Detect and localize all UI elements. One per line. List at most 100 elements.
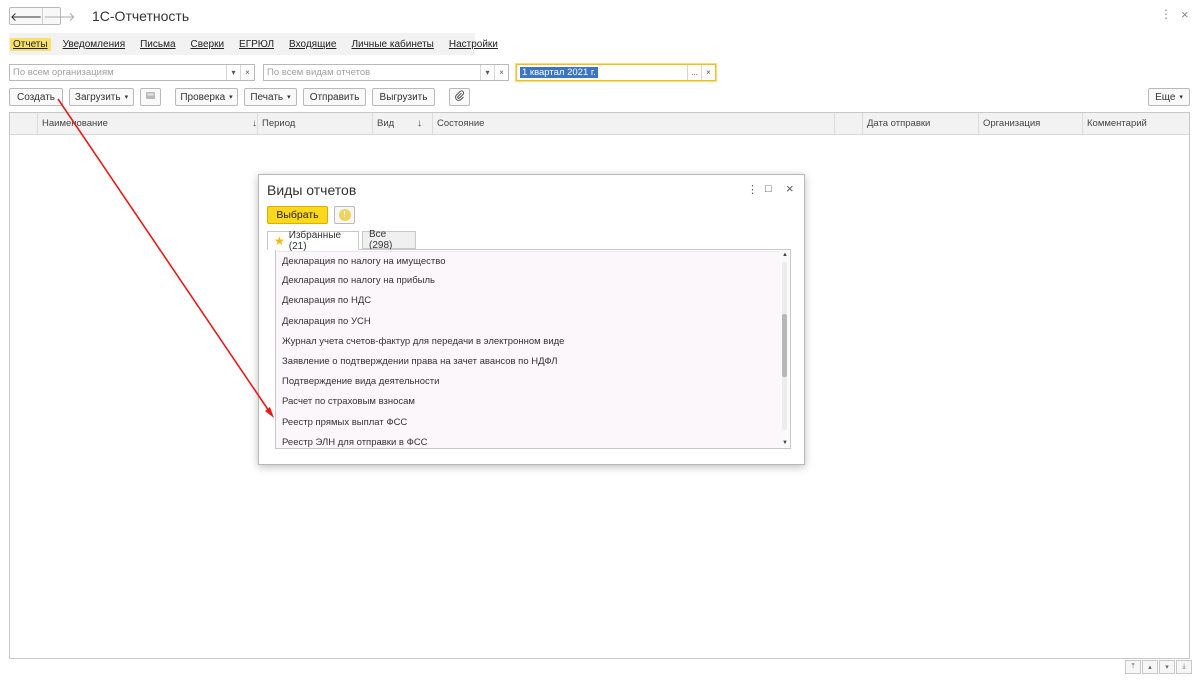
period-value: 1 квартал 2021 г. bbox=[520, 67, 598, 78]
paperclip-icon bbox=[454, 90, 465, 104]
column-comment[interactable]: Комментарий bbox=[1082, 113, 1189, 134]
maximize-icon[interactable]: □ bbox=[765, 183, 772, 195]
check-button-label: Проверка bbox=[180, 91, 226, 103]
chevron-down-icon: ▾ bbox=[124, 94, 129, 101]
tab-favorites-label: Избранные (21) bbox=[288, 229, 342, 252]
upload-button[interactable]: Выгрузить bbox=[372, 88, 435, 106]
select-button[interactable]: Выбрать bbox=[267, 206, 328, 224]
section-tabs: Отчеты Уведомления Письма Сверки ЕГРЮЛ В… bbox=[9, 33, 498, 55]
print-button[interactable]: Печать ▾ bbox=[244, 88, 297, 106]
column-type[interactable]: Вид ↓ bbox=[372, 113, 428, 134]
upload-button-label: Выгрузить bbox=[379, 91, 428, 103]
scanner-icon bbox=[145, 90, 156, 104]
select-button-label: Выбрать bbox=[276, 209, 319, 221]
back-button[interactable]: 🡐 bbox=[10, 8, 42, 24]
chevron-down-icon: ▾ bbox=[1179, 94, 1183, 101]
more-button-label: Еще bbox=[1155, 91, 1176, 103]
list-item[interactable]: Журнал учета счетов-фактур для передачи … bbox=[276, 331, 790, 352]
tab-favorites[interactable]: ★ Избранные (21) bbox=[267, 229, 359, 252]
history-nav: 🡐 🡒 bbox=[9, 7, 75, 25]
chevron-down-icon: ▾ bbox=[287, 94, 291, 101]
column-sent-date[interactable]: Дата отправки bbox=[862, 113, 978, 134]
more-menu-icon[interactable]: ⋮ bbox=[1160, 8, 1172, 20]
info-icon: ! bbox=[338, 209, 351, 221]
column-type-label: Вид bbox=[377, 118, 395, 129]
scroll-down-icon[interactable]: ▾ bbox=[1159, 660, 1175, 674]
scanner-button[interactable] bbox=[140, 88, 161, 106]
send-button-label: Отправить bbox=[309, 91, 360, 103]
create-button[interactable]: Создать bbox=[9, 88, 63, 106]
scroll-up-icon[interactable]: ▲ bbox=[780, 252, 790, 258]
scroll-up-icon[interactable]: ▴ bbox=[1142, 660, 1158, 674]
more-button[interactable]: Еще ▾ bbox=[1148, 88, 1190, 106]
list-item[interactable]: Декларация по налогу на имущество bbox=[276, 251, 790, 272]
tab-all[interactable]: Все (298) bbox=[362, 229, 416, 251]
close-icon[interactable]: × bbox=[1181, 7, 1189, 22]
column-organization-label: Организация bbox=[983, 118, 1041, 129]
chevron-down-icon[interactable]: ▾ bbox=[226, 65, 240, 80]
column-period[interactable]: Период bbox=[257, 113, 372, 134]
column-blank bbox=[834, 113, 862, 134]
column-state[interactable]: Состояние bbox=[432, 113, 834, 134]
attach-button[interactable] bbox=[449, 88, 470, 106]
load-button-label: Загрузить bbox=[74, 91, 121, 103]
column-name[interactable]: Наименование ↓ bbox=[37, 113, 263, 134]
list-scrollbar[interactable]: ▲ ▼ bbox=[780, 250, 790, 448]
star-icon: ★ bbox=[274, 233, 285, 248]
select-period-icon[interactable]: ... bbox=[687, 65, 701, 80]
tab-egrul[interactable]: ЕГРЮЛ bbox=[239, 39, 274, 50]
tab-settings[interactable]: Настройки bbox=[449, 39, 498, 50]
clear-icon[interactable]: × bbox=[240, 65, 254, 80]
dialog-more-icon[interactable]: ⋮ bbox=[747, 183, 758, 196]
send-button[interactable]: Отправить bbox=[303, 88, 366, 106]
tab-reports[interactable]: Отчеты bbox=[10, 37, 51, 51]
scroll-bottom-icon[interactable]: ⤓ bbox=[1176, 660, 1192, 674]
dialog-close-icon[interactable]: × bbox=[786, 181, 794, 196]
table-header: Наименование ↓ Период Вид ↓ Состояние Да… bbox=[10, 113, 1189, 135]
tab-reconciliations[interactable]: Сверки bbox=[191, 39, 225, 50]
report-types-dialog: Виды отчетов ⋮ □ × Выбрать ! ★ Избранные… bbox=[258, 174, 805, 465]
tab-letters[interactable]: Письма bbox=[140, 39, 175, 50]
list-item[interactable]: Декларация по НДС bbox=[276, 291, 790, 312]
table-scroll-controls: ⤒ ▴ ▾ ⤓ bbox=[1124, 660, 1192, 674]
organization-filter-text[interactable]: По всем организациям bbox=[10, 65, 226, 80]
list-item[interactable]: Реестр ЭЛН для отправки в ФСС bbox=[276, 432, 790, 448]
chevron-down-icon: ▾ bbox=[229, 94, 233, 101]
report-type-filter[interactable]: По всем видам отчетов ▾ × bbox=[263, 64, 509, 81]
report-types-list[interactable]: Декларация по налогу на имущество Деклар… bbox=[275, 249, 791, 449]
tab-notifications[interactable]: Уведомления bbox=[63, 39, 126, 50]
print-button-label: Печать bbox=[250, 91, 284, 103]
chevron-down-icon[interactable]: ▾ bbox=[480, 65, 494, 80]
forward-button[interactable]: 🡒 bbox=[42, 8, 75, 24]
app-title: 1С-Отчетность bbox=[92, 8, 190, 24]
clear-icon[interactable]: × bbox=[494, 65, 508, 80]
load-button[interactable]: Загрузить ▾ bbox=[69, 88, 134, 106]
column-sent-date-label: Дата отправки bbox=[867, 118, 931, 129]
list-item[interactable]: Реестр прямых выплат ФСС bbox=[276, 412, 790, 433]
organization-filter[interactable]: По всем организациям ▾ × bbox=[9, 64, 255, 81]
list-item[interactable]: Декларация по налогу на прибыль bbox=[276, 271, 790, 292]
tab-personal-accounts[interactable]: Личные кабинеты bbox=[351, 39, 433, 50]
tab-all-label: Все (298) bbox=[369, 229, 393, 251]
period-field-text[interactable]: 1 квартал 2021 г. bbox=[517, 65, 687, 80]
column-period-label: Период bbox=[262, 118, 296, 129]
list-item[interactable]: Декларация по УСН bbox=[276, 311, 790, 332]
column-organization[interactable]: Организация bbox=[978, 113, 1082, 134]
scroll-down-icon[interactable]: ▼ bbox=[780, 440, 790, 446]
check-button[interactable]: Проверка ▾ bbox=[175, 88, 238, 106]
scroll-thumb[interactable] bbox=[782, 314, 787, 377]
tab-incoming[interactable]: Входящие bbox=[289, 39, 336, 50]
sort-down-icon: ↓ bbox=[417, 118, 422, 129]
list-item[interactable]: Подтверждение вида деятельности bbox=[276, 372, 790, 393]
info-button[interactable]: ! bbox=[334, 206, 355, 224]
clear-icon[interactable]: × bbox=[701, 65, 715, 80]
column-state-label: Состояние bbox=[437, 118, 485, 129]
dialog-title: Виды отчетов bbox=[267, 182, 357, 198]
column-comment-label: Комментарий bbox=[1087, 118, 1147, 129]
report-type-filter-text[interactable]: По всем видам отчетов bbox=[264, 65, 480, 80]
list-item[interactable]: Расчет по страховым взносам bbox=[276, 392, 790, 413]
column-name-label: Наименование bbox=[42, 118, 108, 129]
period-field[interactable]: 1 квартал 2021 г. ... × bbox=[516, 64, 716, 81]
scroll-top-icon[interactable]: ⤒ bbox=[1125, 660, 1141, 674]
list-item[interactable]: Заявление о подтверждении права на зачет… bbox=[276, 351, 790, 373]
